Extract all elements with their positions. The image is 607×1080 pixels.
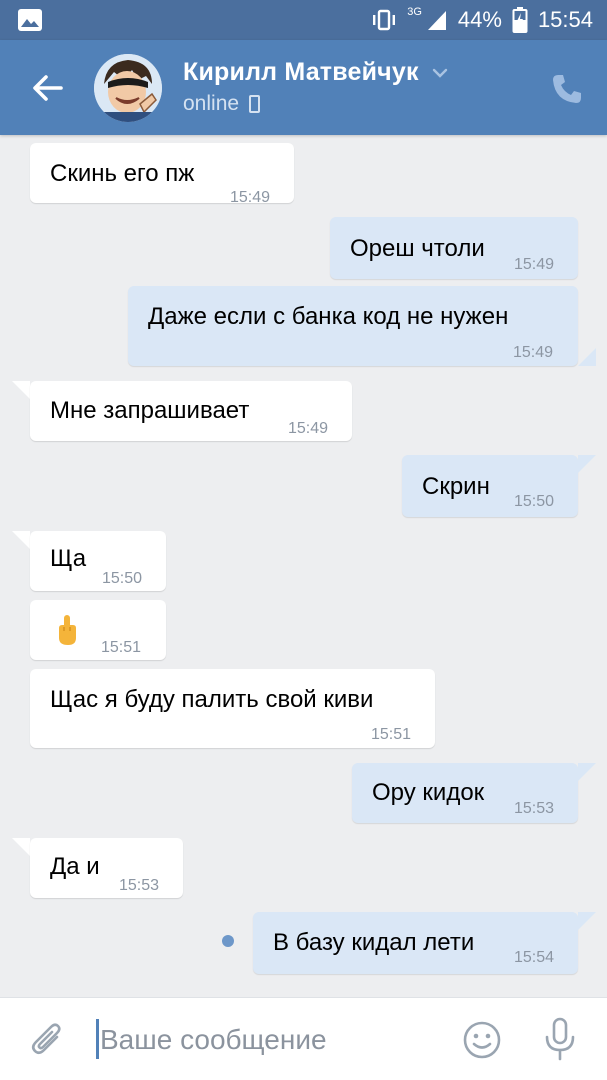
message-incoming[interactable]: Скинь его пж 15:49 [30,143,294,206]
message-text: Щас я буду палить свой киви [50,686,374,713]
bubble-tail [578,912,596,930]
message-time: 15:53 [514,800,555,817]
bubble-tail [578,455,596,473]
avatar[interactable] [94,54,162,122]
message-time: 15:54 [514,949,555,966]
call-button[interactable] [550,72,584,106]
chevron-down-icon[interactable] [430,63,450,83]
message-incoming[interactable]: Мне запрашивает 15:49 [30,381,352,441]
gallery-notification-icon [18,9,42,31]
message-composer [0,997,607,1080]
message-text: Ору кидок [372,779,485,806]
message-time: 15:51 [101,639,142,656]
paperclip-icon [31,1023,61,1055]
middle-finger-emoji-icon [59,615,76,645]
emoji-button[interactable] [462,1020,502,1060]
message-outgoing[interactable]: Скрин 15:50 [402,455,578,517]
attach-button[interactable] [30,1020,66,1060]
message-incoming[interactable]: Ща 15:50 [30,531,166,591]
message-list[interactable]: Скинь его пж 15:49 Ореш чтоли 15:49 Даже… [0,135,607,997]
message-outgoing[interactable]: В базу кидал лети 15:54 [253,912,578,974]
chat-header: Кирилл Матвейчук online [0,40,607,135]
message-incoming[interactable]: 15:51 [30,600,166,660]
message-incoming[interactable]: Щас я буду палить свой киви 15:51 [30,669,435,748]
signal-icon [427,11,446,30]
bubble-tail [578,763,596,781]
message-text: Даже если с банка код не нужен [148,303,509,330]
battery-icon [512,7,528,33]
battery-percent: 44% [457,7,502,32]
mobile-phone-icon [249,95,261,113]
message-time: 15:50 [514,493,555,510]
back-button[interactable] [28,70,66,106]
message-time: 15:53 [119,877,160,894]
contact-status: online [183,92,261,116]
message-text: Мне запрашивает [50,397,250,424]
voice-message-button[interactable] [542,1016,578,1062]
bubble-tail [12,531,30,549]
bubble-tail [12,838,30,856]
message-time: 15:49 [513,344,554,361]
unread-indicator [222,935,234,947]
vibrate-icon [373,9,396,31]
smile-icon [463,1021,501,1059]
contact-name[interactable]: Кирилл Матвейчук [183,58,419,87]
message-outgoing[interactable]: Даже если с банка код не нужен 15:49 [128,286,578,366]
message-incoming[interactable]: Да и 15:53 [30,838,183,898]
online-status-text: online [183,92,240,115]
message-text: Скрин [422,473,490,500]
microphone-icon [545,1017,575,1061]
message-outgoing[interactable]: Ору кидок 15:53 [352,763,578,823]
message-text: Скинь его пж [50,160,195,187]
message-time: 15:50 [102,570,143,587]
message-text: Да и [50,853,100,880]
phone-call-icon [553,75,581,103]
message-text: Ореш чтоли [350,235,485,262]
message-text: Ща [50,545,87,572]
network-type: 3G [407,6,422,18]
message-outgoing[interactable]: Ореш чтоли 15:49 [330,217,578,279]
message-time: 15:49 [230,189,271,206]
message-text: В базу кидал лети [273,929,475,956]
message-time: 15:49 [514,256,555,273]
message-input[interactable] [100,1020,430,1060]
bubble-tail [578,348,596,366]
bubble-tail [12,381,30,399]
status-time: 15:54 [537,7,593,32]
message-time: 15:49 [288,420,329,437]
text-cursor [96,1019,99,1059]
status-bar: 3G 44% 15:54 [0,0,607,40]
back-arrow-icon [33,75,63,101]
message-time: 15:51 [371,726,412,743]
